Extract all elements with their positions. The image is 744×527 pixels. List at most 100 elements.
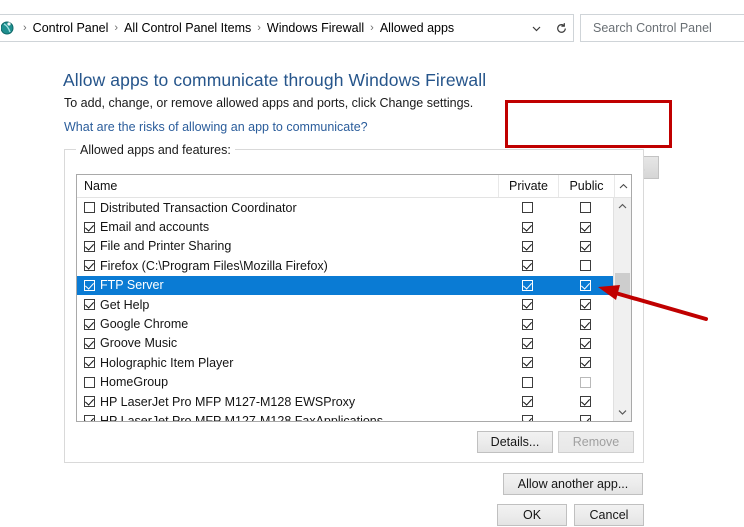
column-header-name[interactable]: Name [77,175,498,197]
table-row[interactable]: Holographic Item Player [77,353,613,372]
row-enabled-checkbox[interactable] [84,318,95,330]
row-enabled-checkbox[interactable] [84,299,95,311]
row-private-checkbox[interactable] [521,240,533,252]
breadcrumb-separator-1: › [114,22,119,34]
row-enabled-checkbox[interactable] [84,337,95,349]
row-private-cell [497,260,557,272]
listview-vertical-scrollbar[interactable] [613,198,631,421]
row-public-cell [557,202,613,214]
row-enabled-checkbox[interactable] [84,279,95,291]
table-row[interactable]: HP LaserJet Pro MFP M127-M128 EWSProxy [77,392,613,411]
address-bar: › Control Panel › All Control Panel Item… [0,14,744,44]
row-name-cell: Firefox (C:\Program Files\Mozilla Firefo… [77,259,497,273]
row-enabled-checkbox[interactable] [84,202,95,214]
search-box[interactable] [580,14,744,42]
table-row[interactable]: HP LaserJet Pro MFP M127-M128 FaxApplica… [77,411,613,421]
scrollbar-track[interactable] [614,215,631,404]
breadcrumb-separator-3: › [370,22,374,34]
refresh-icon[interactable] [549,22,573,35]
row-private-checkbox[interactable] [521,299,533,311]
row-private-cell [497,415,557,421]
row-private-checkbox[interactable] [521,357,533,369]
scroll-up-icon[interactable] [614,198,631,215]
row-public-checkbox[interactable] [579,299,591,311]
row-private-checkbox[interactable] [521,337,533,349]
row-public-cell [557,396,613,408]
column-header-public[interactable]: Public [558,175,614,197]
listview-header: Name Private Public [77,175,631,198]
row-private-cell [497,376,557,388]
cancel-button[interactable]: Cancel [574,504,644,526]
row-enabled-checkbox[interactable] [84,357,95,369]
row-name-label: HomeGroup [100,375,169,390]
row-private-checkbox[interactable] [521,221,533,233]
table-row[interactable]: Distributed Transaction Coordinator [77,198,613,217]
table-row[interactable]: Google Chrome [77,314,613,333]
row-public-checkbox[interactable] [579,318,591,330]
table-row[interactable]: Get Help [77,295,613,314]
row-private-checkbox[interactable] [521,279,533,291]
row-public-checkbox[interactable] [579,376,591,388]
row-private-cell [497,318,557,330]
row-private-checkbox[interactable] [521,260,533,272]
breadcrumb-allowed-apps[interactable]: Allowed apps [377,15,457,41]
breadcrumb-control-panel[interactable]: Control Panel [30,15,112,41]
table-row[interactable]: FTP Server [77,275,613,295]
row-enabled-checkbox[interactable] [84,240,95,252]
row-public-checkbox[interactable] [579,396,591,408]
row-private-cell [497,279,557,291]
row-name-cell: FTP Server [77,278,497,292]
row-private-checkbox[interactable] [521,202,533,214]
row-enabled-checkbox[interactable] [84,376,95,388]
row-public-checkbox[interactable] [579,202,591,214]
row-public-checkbox[interactable] [579,357,591,369]
remove-button[interactable]: Remove [558,431,634,453]
allowed-apps-groupbox-label: Allowed apps and features: [76,143,235,157]
allow-another-app-button[interactable]: Allow another app... [503,473,643,495]
row-name-label: Groove Music [100,336,178,351]
table-row[interactable]: File and Printer Sharing [77,237,613,256]
column-header-private[interactable]: Private [498,175,558,197]
row-public-checkbox[interactable] [579,260,591,272]
breadcrumb-separator-2: › [257,22,261,34]
scroll-down-icon[interactable] [614,404,631,421]
table-row[interactable]: Email and accounts [77,217,613,236]
row-name-cell: Groove Music [77,336,497,350]
row-name-label: HP LaserJet Pro MFP M127-M128 FaxApplica… [100,413,383,421]
details-button[interactable]: Details... [477,431,553,453]
table-row[interactable]: HomeGroup [77,373,613,392]
row-name-cell: File and Printer Sharing [77,239,497,253]
row-private-checkbox[interactable] [521,415,533,421]
row-public-checkbox[interactable] [579,337,591,349]
control-panel-icon [1,20,18,37]
row-enabled-checkbox[interactable] [84,221,95,233]
row-enabled-checkbox[interactable] [84,415,95,421]
breadcrumb-all-control-panel-items[interactable]: All Control Panel Items [121,15,254,41]
row-public-cell [557,318,613,330]
row-private-checkbox[interactable] [521,396,533,408]
risks-of-allowing-app-link[interactable]: What are the risks of allowing an app to… [64,120,368,134]
row-public-checkbox[interactable] [579,240,591,252]
firewall-allowed-apps-page: Allow apps to communicate through Window… [0,44,744,527]
row-name-label: Holographic Item Player [100,355,234,370]
breadcrumb-field[interactable]: › Control Panel › All Control Panel Item… [0,14,574,42]
search-input[interactable] [591,20,744,36]
row-private-checkbox[interactable] [521,376,533,388]
row-enabled-checkbox[interactable] [84,260,95,272]
row-public-cell [557,299,613,311]
chevron-down-icon[interactable] [524,23,548,34]
row-public-checkbox[interactable] [579,279,591,291]
ok-button[interactable]: OK [497,504,567,526]
row-public-checkbox[interactable] [579,415,591,421]
listview-body: Distributed Transaction Coordinator Email… [77,198,631,421]
row-private-checkbox[interactable] [521,318,533,330]
row-public-checkbox[interactable] [579,221,591,233]
breadcrumb-windows-firewall[interactable]: Windows Firewall [264,15,367,41]
allowed-apps-listview[interactable]: Name Private Public Distributed Transact… [76,174,632,422]
row-private-cell [497,357,557,369]
table-row[interactable]: Groove Music [77,334,613,353]
table-row[interactable]: Firefox (C:\Program Files\Mozilla Firefo… [77,256,613,275]
row-name-label: Google Chrome [100,317,189,332]
row-enabled-checkbox[interactable] [84,396,95,408]
scrollbar-thumb[interactable] [615,273,630,295]
